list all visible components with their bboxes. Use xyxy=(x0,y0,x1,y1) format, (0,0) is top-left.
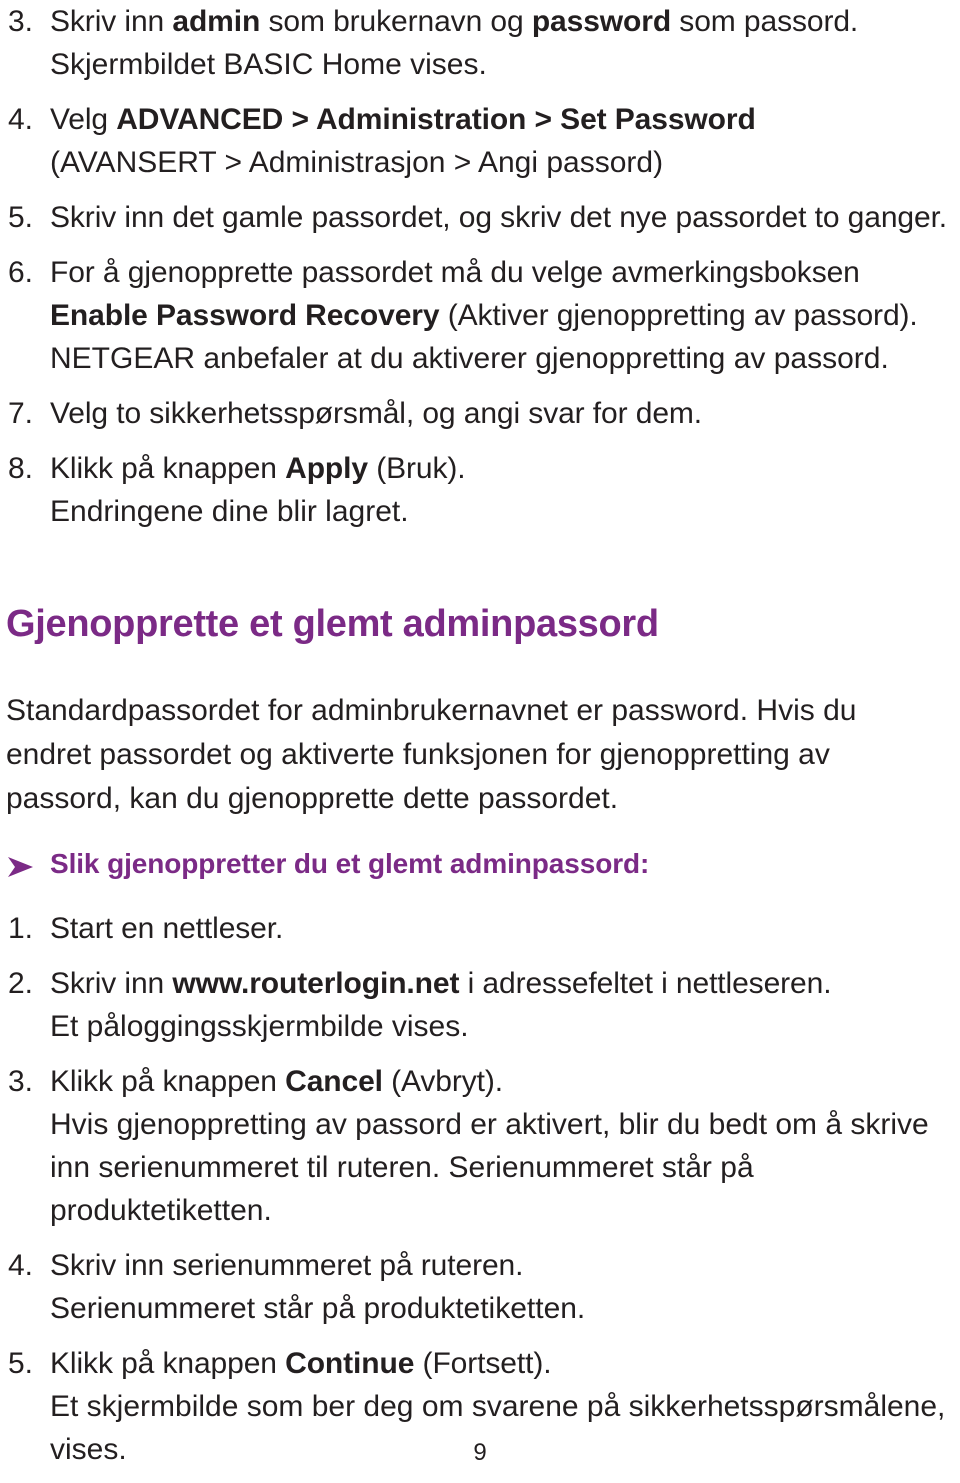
step-number: 4. xyxy=(8,103,34,136)
step-continuation-text: Skjermbildet BASIC Home vises. xyxy=(50,48,487,81)
list-item: 4. Skriv inn serienummeret på ruteren. xyxy=(0,1244,960,1287)
plain-text: (Bruk). xyxy=(367,452,466,485)
step-text: Velg to sikkerhetsspørsmål, og angi svar… xyxy=(50,392,960,435)
plain-text: (Avbryt). xyxy=(382,1065,504,1098)
step-spacer xyxy=(0,1330,960,1342)
emphasis-text: Enable Password Recovery xyxy=(50,299,440,332)
step-continuation-text: Serienummeret står på produktetiketten. xyxy=(50,1292,586,1325)
plain-text: Start en nettleser. xyxy=(50,912,284,945)
list-item: 3. Klikk på knappen Cancel (Avbryt). xyxy=(0,1060,960,1103)
section-heading: Gjenopprette et glemt adminpassord xyxy=(6,603,659,645)
emphasis-text: admin xyxy=(172,5,261,38)
step-number: 1. xyxy=(8,912,34,945)
plain-text: i adressefeltet i nettleseren. xyxy=(459,967,832,1000)
step-number: 4. xyxy=(8,1249,34,1282)
emphasis-text: Apply xyxy=(285,452,368,485)
list-item: 2. Skriv inn www.routerlogin.net i adress… xyxy=(0,962,960,1005)
plain-text: (Fortsett). xyxy=(414,1347,552,1380)
step-text: Start en nettleser. xyxy=(50,907,960,950)
step-continuation-text: NETGEAR anbefaler at du aktiverer gjenop… xyxy=(50,342,889,375)
intro-spacer xyxy=(0,821,960,843)
step-text: Velg ADVANCED > Administration > Set Pas… xyxy=(50,98,960,141)
plain-text: Klikk på knappen xyxy=(50,1347,286,1380)
emphasis-text: Continue xyxy=(285,1347,415,1380)
step-number: 3. xyxy=(8,1065,34,1098)
emphasis-text: password xyxy=(531,5,672,38)
list-item: 5. Skriv inn det gamle passordet, og skri… xyxy=(0,196,960,239)
steps-list-bottom: 1. Start en nettleser. 2. Skriv inn www.rou… xyxy=(0,907,960,1483)
step-spacer xyxy=(0,380,960,392)
plain-text: Skriv inn xyxy=(50,967,173,1000)
step-number: 7. xyxy=(8,397,34,430)
step-text: Skriv inn www.routerlogin.net i adressef… xyxy=(50,962,960,1005)
step-text: Klikk på knappen Apply (Bruk). xyxy=(50,447,960,490)
plain-text: som passord. xyxy=(671,5,859,38)
step-spacer xyxy=(0,1232,960,1244)
step-number: 5. xyxy=(8,1347,34,1380)
plain-text: Skriv inn det gamle passordet, og skriv … xyxy=(50,201,948,234)
steps-list-top: 3. Skriv inn admin som brukernavn og pass… xyxy=(0,0,960,545)
step-continuation-text: Et påloggingsskjermbilde vises. xyxy=(50,1010,469,1043)
subheading-row: Slik gjenoppretter du et glemt adminpass… xyxy=(0,843,960,885)
step-continuation-text: Endringene dine blir lagret. xyxy=(50,495,409,528)
plain-text: som brukernavn og xyxy=(260,5,532,38)
step-spacer xyxy=(0,184,960,196)
step-number: 8. xyxy=(8,452,34,485)
plain-text: For å gjenopprette passordet må du velge… xyxy=(50,256,860,289)
step-text: Skriv inn admin som brukernavn og passwo… xyxy=(50,0,960,43)
list-item: 1. Start en nettleser. xyxy=(0,907,960,950)
step-spacer xyxy=(0,435,960,447)
page-number: 9 xyxy=(473,1439,487,1466)
step-continuation-text: (AVANSERT > Administrasjon > Angi passor… xyxy=(50,146,664,179)
step-number: 5. xyxy=(8,201,34,234)
arrow-bullet-icon xyxy=(0,843,50,879)
plain-text: Skriv inn xyxy=(50,5,173,38)
list-item: 5. Klikk på knappen Continue (Fortsett). xyxy=(0,1342,960,1385)
document-page: 3. Skriv inn admin som brukernavn og pass… xyxy=(0,0,960,1475)
step-text: Klikk på knappen Cancel (Avbryt). xyxy=(50,1060,960,1103)
section-intro-paragraph: Standardpassordet for adminbrukernavnet … xyxy=(6,694,857,815)
list-item: 7. Velg to sikkerhetsspørsmål, og angi sv… xyxy=(0,392,960,435)
emphasis-text: Cancel xyxy=(285,1065,383,1098)
plain-text: Skriv inn serienummeret på ruteren. xyxy=(50,1249,524,1282)
emphasis-text: ADVANCED > Administration > Set Password xyxy=(116,103,756,136)
list-item: 8. Klikk på knappen Apply (Bruk). xyxy=(0,447,960,490)
step-spacer xyxy=(0,239,960,251)
section-subheading: Slik gjenoppretter du et glemt adminpass… xyxy=(50,848,650,879)
step-number: 3. xyxy=(8,5,34,38)
plain-text: Velg xyxy=(50,103,117,136)
step-spacer xyxy=(0,950,960,962)
step-spacer xyxy=(0,533,960,545)
heading-spacer xyxy=(0,647,960,689)
list-item: 6. For å gjenopprette passordet må du vel… xyxy=(0,251,960,337)
list-item: 4. Velg ADVANCED > Administration > Set P… xyxy=(0,98,960,141)
subheading-spacer xyxy=(0,885,960,907)
step-spacer xyxy=(0,1048,960,1060)
plain-text: (Aktiver gjenoppretting av passord). xyxy=(439,299,918,332)
plain-text: Klikk på knappen xyxy=(50,1065,286,1098)
step-number: 6. xyxy=(8,256,34,289)
emphasis-text: www.routerlogin.net xyxy=(172,967,460,1000)
plain-text: Velg to sikkerhetsspørsmål, og angi svar… xyxy=(50,397,703,430)
step-spacer xyxy=(0,86,960,98)
step-continuation-text: Hvis gjenoppretting av passord er aktive… xyxy=(50,1108,929,1227)
step-text: For å gjenopprette passordet må du velge… xyxy=(50,251,960,337)
list-item: 3. Skriv inn admin som brukernavn og pass… xyxy=(0,0,960,43)
step-spacer xyxy=(0,1471,960,1483)
step-text: Klikk på knappen Continue (Fortsett). xyxy=(50,1342,960,1385)
step-number: 2. xyxy=(8,967,34,1000)
step-text: Skriv inn det gamle passordet, og skriv … xyxy=(50,196,960,239)
plain-text: Klikk på knappen xyxy=(50,452,286,485)
step-text: Skriv inn serienummeret på ruteren. xyxy=(50,1244,960,1287)
